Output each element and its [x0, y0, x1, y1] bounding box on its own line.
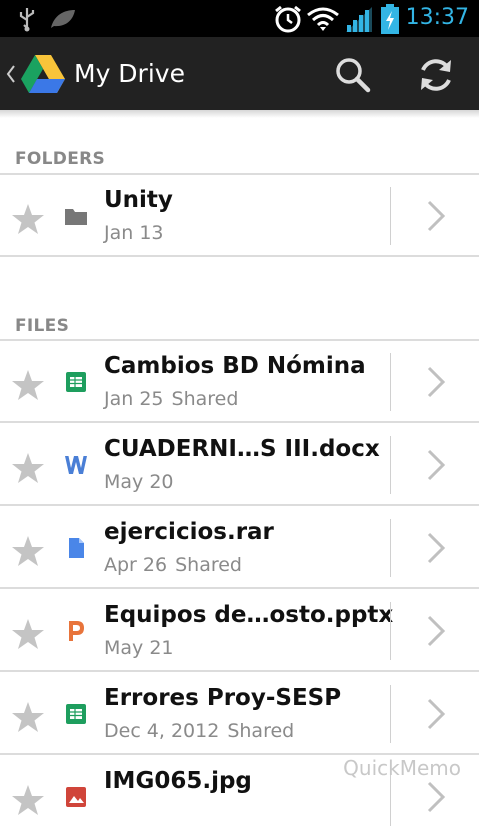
folder-icon: [65, 209, 87, 225]
row-divider: [390, 602, 391, 660]
generic-file-icon: [69, 538, 84, 558]
row-divider: [390, 187, 391, 245]
chevron-right-icon[interactable]: [426, 780, 446, 814]
file-meta: Apr 26 Shared: [104, 554, 242, 576]
file-name: ejercicios.rar: [104, 519, 274, 545]
file-name: CUADERNI…S III.docx: [104, 436, 380, 462]
file-name: Errores Proy-SESP: [104, 685, 342, 711]
search-icon[interactable]: [334, 56, 372, 94]
file-name: IMG065.jpg: [104, 768, 252, 794]
chevron-right-icon[interactable]: [426, 199, 446, 233]
spreadsheet-icon: [66, 372, 86, 392]
chevron-left-icon: [6, 65, 15, 83]
file-meta: Jan 25 Shared: [104, 388, 239, 410]
file-row[interactable]: Errores Proy-SESP Dec 4, 2012 Shared: [0, 673, 479, 755]
star-icon[interactable]: [11, 203, 45, 235]
leaf-icon: [51, 10, 75, 28]
file-name: Equipos de…osto.pptx: [104, 602, 394, 628]
file-row[interactable]: ejercicios.rar Apr 26 Shared: [0, 507, 479, 589]
file-meta: May 20: [104, 471, 174, 493]
file-row[interactable]: CUADERNI…S III.docx May 20: [0, 424, 479, 506]
row-divider: [390, 353, 391, 411]
word-doc-icon: [65, 456, 87, 474]
drive-logo-icon: [21, 55, 65, 93]
file-meta: May 21: [104, 637, 174, 659]
page-title: My Drive: [74, 59, 185, 88]
file-meta: Dec 4, 2012 Shared: [104, 720, 295, 742]
star-icon[interactable]: [11, 784, 45, 816]
signal-icon: [346, 7, 372, 32]
spreadsheet-icon: [66, 704, 86, 724]
image-icon: [66, 787, 86, 807]
row-divider: [390, 436, 391, 494]
row-divider: [390, 519, 391, 577]
refresh-icon[interactable]: [415, 54, 457, 96]
file-row[interactable]: Cambios BD Nómina Jan 25 Shared: [0, 341, 479, 423]
chevron-right-icon[interactable]: [426, 531, 446, 565]
folder-name: Unity: [104, 187, 173, 213]
star-icon[interactable]: [11, 369, 45, 401]
section-header-files: FILES: [15, 316, 70, 336]
battery-charging-icon: [381, 4, 399, 34]
folder-row[interactable]: Unity Jan 13: [0, 175, 479, 257]
star-icon[interactable]: [11, 452, 45, 484]
wifi-icon: [307, 7, 339, 31]
powerpoint-icon: [69, 621, 84, 641]
home-up-button[interactable]: [0, 37, 70, 110]
file-row[interactable]: Equipos de…osto.pptx May 21: [0, 590, 479, 672]
alarm-icon: [275, 5, 301, 33]
file-name: Cambios BD Nómina: [104, 353, 366, 379]
section-header-folders: FOLDERS: [15, 149, 106, 169]
star-icon[interactable]: [11, 535, 45, 567]
chevron-right-icon[interactable]: [426, 614, 446, 648]
row-divider: [390, 685, 391, 743]
status-bar: 13:37: [0, 0, 479, 37]
chevron-right-icon[interactable]: [426, 697, 446, 731]
usb-icon: [19, 8, 35, 32]
actionbar-shadow: [0, 110, 479, 118]
chevron-right-icon[interactable]: [426, 448, 446, 482]
action-bar: My Drive: [0, 37, 479, 110]
folder-meta: Jan 13: [104, 222, 164, 244]
watermark: QuickMemo: [343, 756, 461, 780]
star-icon[interactable]: [11, 701, 45, 733]
star-icon[interactable]: [11, 618, 45, 650]
clock: 13:37: [405, 5, 469, 30]
chevron-right-icon[interactable]: [426, 365, 446, 399]
